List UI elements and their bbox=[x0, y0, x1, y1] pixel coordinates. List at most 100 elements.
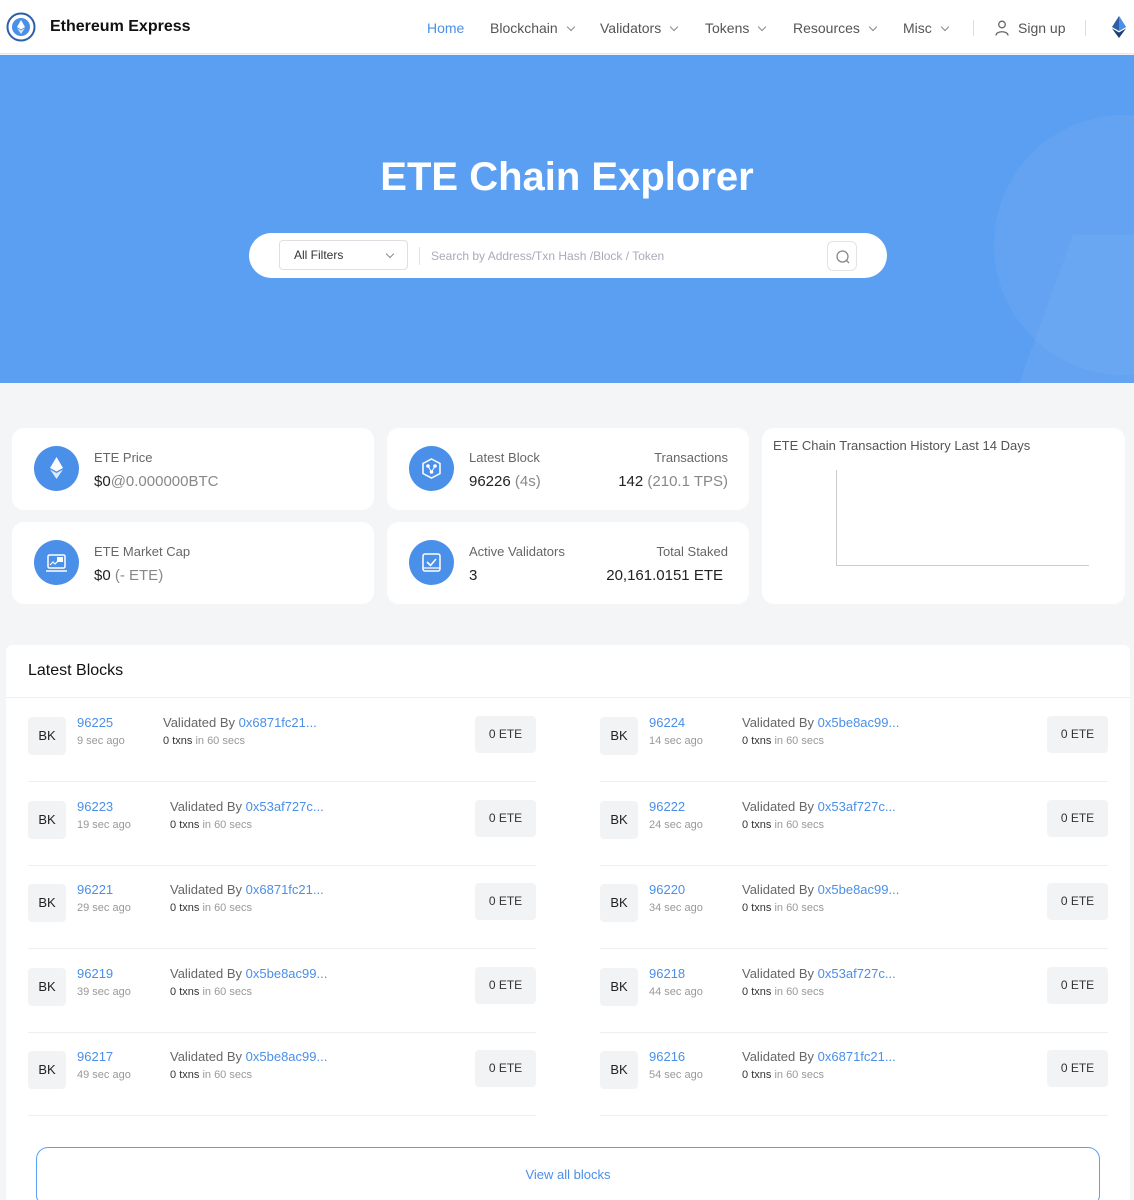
block-txns: 0 txns in 60 secs bbox=[742, 1069, 824, 1081]
block-row: BK 96224 14 sec ago Validated By 0x5be8ac99… bbox=[600, 698, 1108, 782]
block-number-link[interactable]: 96218 bbox=[649, 966, 685, 981]
total-staked-label: Total Staked bbox=[656, 544, 728, 559]
block-reward-badge: 0 ETE bbox=[1047, 799, 1108, 837]
transactions-value[interactable]: 142 (210.1 TPS) bbox=[618, 473, 728, 490]
block-txns: 0 txns in 60 secs bbox=[742, 902, 824, 914]
validator-address-link[interactable]: 0x53af727c... bbox=[246, 799, 324, 814]
block-badge: BK bbox=[600, 717, 638, 755]
chevron-down-icon bbox=[669, 22, 679, 32]
latest-block-label: Latest Block bbox=[469, 450, 540, 465]
block-reward-badge: 0 ETE bbox=[1047, 883, 1108, 920]
active-validators-label: Active Validators bbox=[469, 544, 565, 559]
validator-address-link[interactable]: 0x6871fc21... bbox=[818, 1049, 896, 1064]
block-number-link[interactable]: 96225 bbox=[77, 715, 113, 730]
validator-address-link[interactable]: 0x5be8ac99... bbox=[246, 966, 328, 981]
hero-title: ETE Chain Explorer bbox=[380, 155, 754, 199]
block-number-link[interactable]: 96217 bbox=[77, 1049, 113, 1064]
validator-check-icon bbox=[409, 540, 454, 585]
nav-tokens[interactable]: Tokens bbox=[705, 20, 767, 36]
validators-card: Active Validators 3 Total Staked 20,161.… bbox=[387, 522, 749, 604]
validated-by: Validated By 0x5be8ac99... bbox=[170, 1049, 328, 1064]
validator-address-link[interactable]: 0x5be8ac99... bbox=[818, 882, 900, 897]
market-cap-label: ETE Market Cap bbox=[94, 544, 191, 559]
block-badge: BK bbox=[600, 800, 638, 839]
block-reward-badge: 0 ETE bbox=[1047, 966, 1108, 1004]
nav-blockchain[interactable]: Blockchain bbox=[490, 20, 575, 36]
validated-by: Validated By 0x5be8ac99... bbox=[742, 715, 900, 730]
validator-address-link[interactable]: 0x5be8ac99... bbox=[818, 715, 900, 730]
validated-by: Validated By 0x6871fc21... bbox=[163, 715, 317, 730]
ethereum-network-icon[interactable] bbox=[1111, 15, 1127, 39]
block-txns: 0 txns in 60 secs bbox=[742, 735, 824, 747]
validated-by: Validated By 0x5be8ac99... bbox=[742, 882, 900, 897]
block-number-link[interactable]: 96222 bbox=[649, 799, 685, 814]
signup-link[interactable]: Sign up bbox=[1018, 20, 1065, 36]
validator-address-link[interactable]: 0x5be8ac99... bbox=[246, 1049, 328, 1064]
transaction-history-chart: ETE Chain Transaction History Last 14 Da… bbox=[762, 428, 1125, 604]
validator-address-link[interactable]: 0x53af727c... bbox=[818, 799, 896, 814]
chevron-down-icon bbox=[385, 249, 395, 259]
block-badge: BK bbox=[28, 1051, 66, 1089]
block-age: 24 sec ago bbox=[649, 818, 703, 831]
block-reward-badge: 0 ETE bbox=[475, 1050, 536, 1087]
filter-label: All Filters bbox=[294, 248, 344, 262]
ethereum-express-logo-icon[interactable] bbox=[6, 12, 36, 42]
block-number-link[interactable]: 96221 bbox=[77, 882, 113, 897]
block-number-link[interactable]: 96219 bbox=[77, 966, 113, 981]
search-icon bbox=[836, 250, 850, 264]
nav-misc[interactable]: Misc bbox=[903, 20, 950, 36]
ete-price-label: ETE Price bbox=[94, 450, 153, 465]
block-txns: 0 txns in 60 secs bbox=[163, 735, 245, 747]
block-txns: 0 txns in 60 secs bbox=[742, 985, 824, 998]
block-txns: 0 txns in 60 secs bbox=[742, 818, 824, 831]
total-staked-value: 20,161.0151 ETE bbox=[606, 567, 723, 584]
user-icon bbox=[995, 20, 1009, 36]
chart-x-axis bbox=[836, 565, 1089, 566]
search-input[interactable] bbox=[431, 242, 811, 270]
block-txns: 0 txns in 60 secs bbox=[170, 1069, 252, 1081]
block-row: BK 96219 39 sec ago Validated By 0x5be8ac99… bbox=[28, 949, 536, 1033]
block-row: BK 96217 49 sec ago Validated By 0x5be8ac99… bbox=[28, 1032, 536, 1116]
validated-by: Validated By 0x6871fc21... bbox=[170, 882, 324, 897]
block-number-link[interactable]: 96223 bbox=[77, 799, 113, 814]
block-badge: BK bbox=[28, 884, 66, 922]
search-bar: All Filters bbox=[249, 233, 887, 278]
latest-blocks-title: Latest Blocks bbox=[28, 662, 124, 679]
ethereum-icon bbox=[34, 446, 79, 491]
block-number-link[interactable]: 96224 bbox=[649, 715, 685, 730]
validated-by: Validated By 0x53af727c... bbox=[742, 798, 896, 814]
brand-name[interactable]: Ethereum Express bbox=[50, 18, 191, 36]
latest-block-card: Latest Block 96226 (4s) Transactions 142… bbox=[387, 428, 749, 510]
block-badge: BK bbox=[600, 1051, 638, 1089]
chart-title: ETE Chain Transaction History Last 14 Da… bbox=[773, 438, 1031, 453]
block-age: 44 sec ago bbox=[649, 985, 703, 998]
market-cap-icon bbox=[34, 540, 79, 585]
block-row: BK 96220 34 sec ago Validated By 0x5be8ac99… bbox=[600, 865, 1108, 949]
block-cube-icon bbox=[409, 446, 454, 491]
block-reward-badge: 0 ETE bbox=[475, 883, 536, 920]
block-txns: 0 txns in 60 secs bbox=[170, 985, 252, 998]
validator-address-link[interactable]: 0x6871fc21... bbox=[239, 715, 317, 730]
block-reward-badge: 0 ETE bbox=[475, 966, 536, 1004]
block-badge: BK bbox=[600, 967, 638, 1006]
block-age: 34 sec ago bbox=[649, 902, 703, 914]
top-navbar: Ethereum Express Home Blockchain Validat… bbox=[0, 0, 1134, 54]
block-number-link[interactable]: 96220 bbox=[649, 882, 685, 897]
block-age: 19 sec ago bbox=[77, 818, 131, 831]
block-number-link[interactable]: 96216 bbox=[649, 1049, 685, 1064]
block-row: BK 96225 9 sec ago Validated By 0x6871fc21.… bbox=[28, 698, 536, 782]
block-reward-badge: 0 ETE bbox=[1047, 1050, 1108, 1087]
validator-address-link[interactable]: 0x53af727c... bbox=[818, 966, 896, 981]
block-age: 54 sec ago bbox=[649, 1069, 703, 1081]
filter-dropdown[interactable]: All Filters bbox=[279, 240, 408, 270]
validator-address-link[interactable]: 0x6871fc21... bbox=[246, 882, 324, 897]
block-row: BK 96216 54 sec ago Validated By 0x6871fc21… bbox=[600, 1032, 1108, 1116]
nav-validators[interactable]: Validators bbox=[600, 20, 679, 36]
nav-resources[interactable]: Resources bbox=[793, 20, 878, 36]
active-validators-value[interactable]: 3 bbox=[469, 567, 477, 584]
view-all-blocks-button[interactable]: View all blocks bbox=[36, 1147, 1100, 1200]
nav-home[interactable]: Home bbox=[427, 20, 464, 36]
block-reward-badge: 0 ETE bbox=[475, 716, 536, 753]
search-button[interactable] bbox=[827, 241, 857, 271]
latest-block-value[interactable]: 96226 (4s) bbox=[469, 473, 541, 490]
